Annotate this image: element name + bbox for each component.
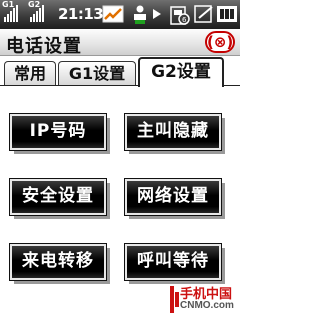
caller-id-hide-option[interactable]: 主叫隐藏 — [124, 113, 225, 154]
watermark-logo: 手机中国 CNMO.com — [170, 283, 238, 318]
ip-number-button[interactable]: IP号码 — [9, 113, 107, 151]
call-forwarding-button[interactable]: 来电转移 — [9, 243, 107, 281]
person-icon — [134, 5, 146, 24]
phone-screen: G1 G2 21:13 6 电话设置 (⊗) 常用 G1设置 G2设置 IP号码… — [0, 0, 240, 320]
call-waiting-button[interactable]: 呼叫等待 — [124, 243, 222, 281]
signal-icon — [4, 3, 18, 22]
battery-icon — [217, 6, 237, 22]
clock-time: 21:13 — [58, 5, 104, 23]
ip-number-option[interactable]: IP号码 — [9, 113, 110, 154]
keypad-lock-icon: 6 — [170, 6, 190, 25]
svg-text:6: 6 — [182, 16, 187, 24]
title-bar: 电话设置 (⊗) — [0, 29, 240, 57]
security-settings-option[interactable]: 安全设置 — [9, 178, 110, 219]
play-icon[interactable] — [153, 9, 161, 19]
security-settings-button[interactable]: 安全设置 — [9, 178, 107, 216]
close-button[interactable]: (⊗) — [205, 31, 235, 53]
caller-id-hide-button[interactable]: 主叫隐藏 — [124, 113, 222, 151]
tab-strip: 常用 G1设置 G2设置 — [0, 56, 240, 87]
call-waiting-option[interactable]: 呼叫等待 — [124, 243, 225, 284]
call-forwarding-option[interactable]: 来电转移 — [9, 243, 110, 284]
status-bar: G1 G2 21:13 6 — [0, 0, 240, 29]
network-activity-icon — [102, 5, 124, 23]
tab-g1-settings[interactable]: G1设置 — [58, 61, 136, 86]
tab-common[interactable]: 常用 — [4, 61, 56, 86]
network-settings-option[interactable]: 网络设置 — [124, 178, 225, 219]
edit-icon[interactable] — [194, 5, 214, 23]
network-settings-button[interactable]: 网络设置 — [124, 178, 222, 216]
watermark-brand-en: CNMO.com — [180, 300, 234, 311]
page-title: 电话设置 — [6, 36, 82, 57]
brand-mark-icon — [170, 286, 179, 313]
signal-icon — [30, 3, 44, 22]
tab-g2-settings[interactable]: G2设置 — [138, 57, 224, 87]
